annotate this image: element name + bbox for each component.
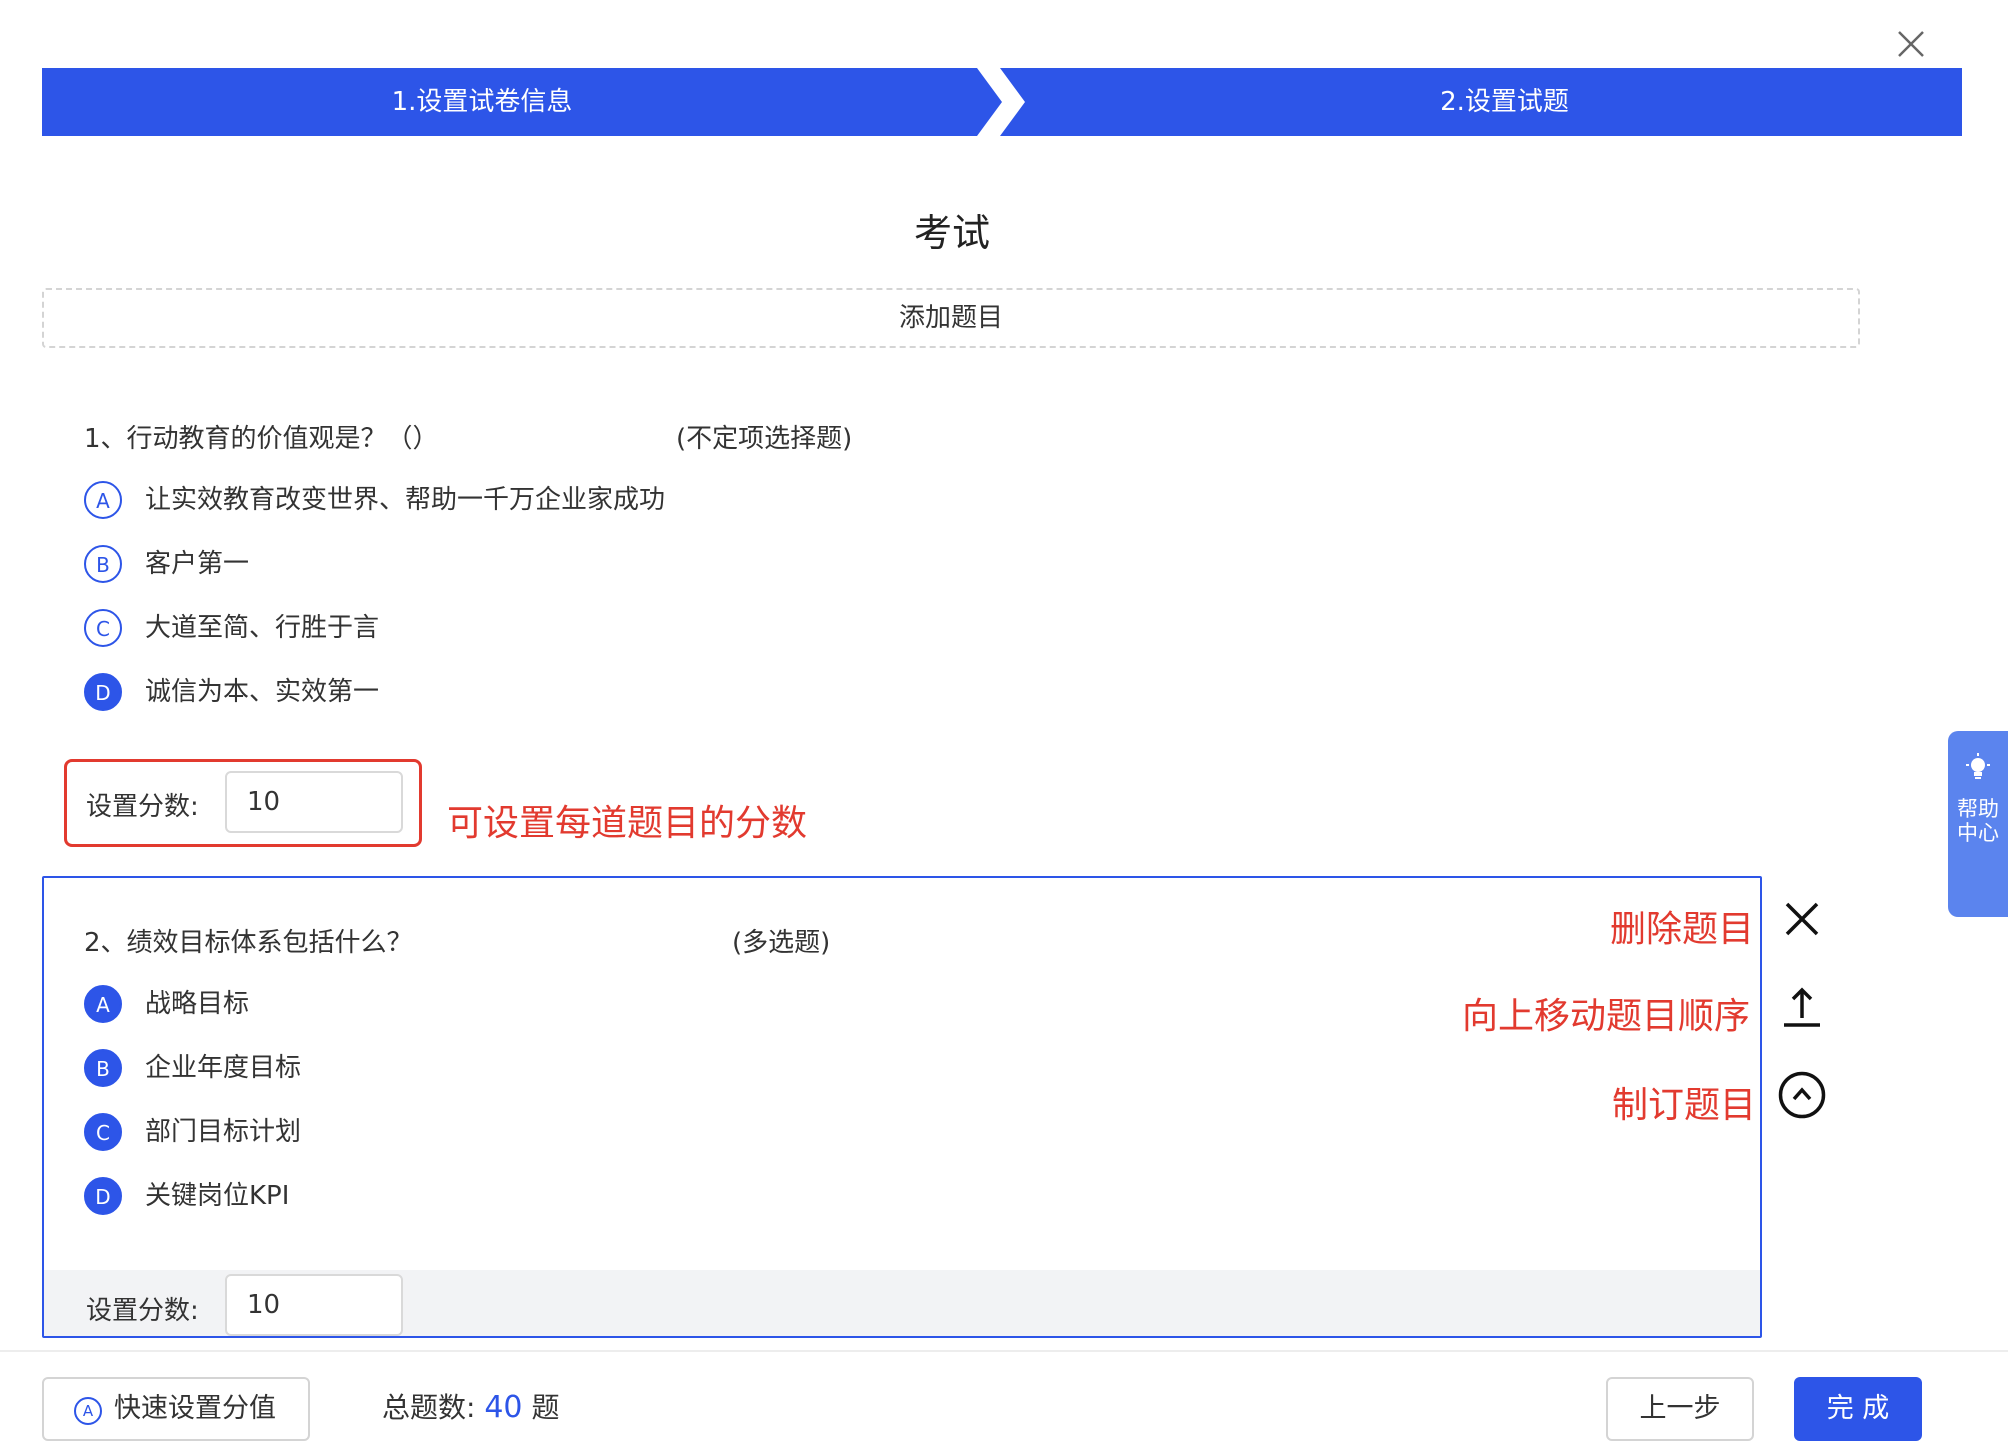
annotation-move-up: 向上移动题目顺序 [1462, 996, 1751, 1037]
quick-set-score-button[interactable]: A 快速设置分值 [42, 1377, 310, 1441]
quick-set-label: 快速设置分值 [114, 1393, 276, 1424]
annotation-delete: 删除题目 [1610, 909, 1755, 950]
option-text: 企业年度目标 [145, 1053, 302, 1083]
step-progress: 1.设置试卷信息 2.设置试题 [42, 68, 1962, 136]
option-text: 战略目标 [145, 989, 250, 1019]
quick-set-icon: A [74, 1397, 102, 1425]
done-button[interactable]: 完 成 [1794, 1377, 1922, 1441]
help-center-label: 帮助中心 [1957, 797, 1999, 845]
move-up-icon[interactable] [1782, 986, 1822, 1028]
chevron-up-circle-icon[interactable] [1778, 1071, 1826, 1119]
option-text: 让实效教育改变世界、帮助一千万企业家成功 [145, 485, 666, 515]
option-text: 诚信为本、实效第一 [145, 677, 380, 707]
option-text: 关键岗位KPI [145, 1181, 290, 1211]
option-badge-selected: B [84, 1049, 122, 1087]
add-question-button[interactable]: 添加题目 [42, 288, 1860, 348]
page-title: 考试 [913, 211, 990, 255]
question-2-stem: 2、绩效目标体系包括什么？ [84, 928, 413, 958]
option-badge-selected: C [84, 1113, 122, 1151]
annotation-edit: 制订题目 [1612, 1085, 1757, 1126]
step-1[interactable]: 1.设置试卷信息 [42, 68, 922, 136]
option-text: 大道至简、行胜于言 [145, 613, 380, 643]
lightbulb-icon [1966, 753, 1990, 779]
question-1-score-input[interactable] [225, 771, 403, 833]
total-label: 总题数: [382, 1391, 476, 1424]
option-badge: A [84, 481, 122, 519]
question-1-type: (不定项选择题) [676, 424, 853, 454]
option-text: 部门目标计划 [145, 1117, 302, 1147]
option-badge-selected: D [84, 1177, 122, 1215]
question-1-stem: 1、行动教育的价值观是？（） [84, 424, 439, 454]
step-2[interactable]: 2.设置试题 [1047, 68, 1962, 136]
question-1-score-label: 设置分数: [86, 792, 199, 822]
question-2-type: (多选题) [732, 928, 831, 958]
previous-step-button[interactable]: 上一步 [1606, 1377, 1754, 1441]
option-text: 客户第一 [145, 549, 250, 579]
option-badge: B [84, 545, 122, 583]
total-count: 40 [484, 1390, 523, 1425]
help-center-tab[interactable]: 帮助中心 [1948, 731, 2008, 917]
option-badge: C [84, 609, 122, 647]
total-questions: 总题数: 40 题 [382, 1386, 559, 1426]
annotation-score: 可设置每道题目的分数 [447, 803, 808, 844]
option-badge-selected: A [84, 985, 122, 1023]
question-2-score-label: 设置分数: [86, 1296, 199, 1326]
question-2-score-input[interactable] [225, 1274, 403, 1336]
delete-question-icon[interactable] [1782, 899, 1822, 939]
close-icon[interactable] [1893, 26, 1929, 62]
total-unit: 题 [531, 1391, 560, 1424]
option-badge-selected: D [84, 673, 122, 711]
